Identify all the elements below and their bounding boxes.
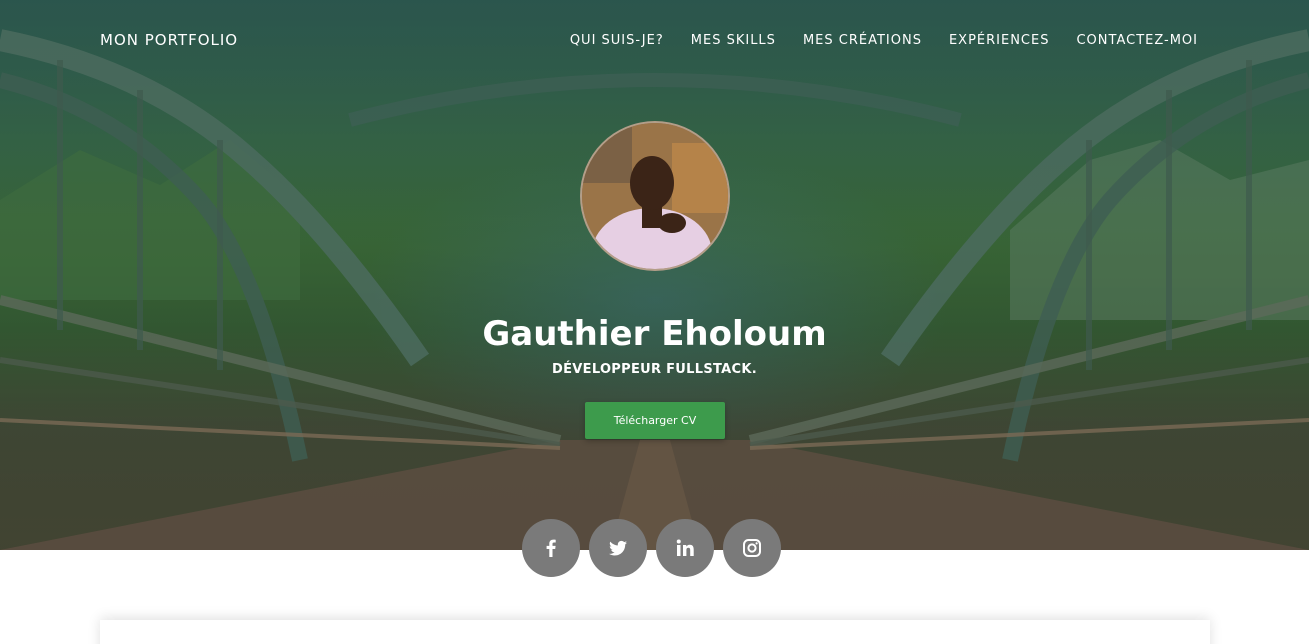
facebook-icon (546, 539, 556, 557)
profile-avatar (580, 121, 730, 271)
instagram-button[interactable] (723, 519, 781, 577)
brand-logo[interactable]: MON PORTFOLIO (100, 31, 238, 49)
bridge-background-image (0, 29, 1309, 550)
linkedin-button[interactable] (656, 519, 714, 577)
linkedin-icon (676, 539, 694, 556)
twitter-button[interactable] (589, 519, 647, 577)
download-cv-button[interactable]: Télécharger CV (585, 402, 725, 439)
main-nav: QUI SUIS-JE? MES SKILLS MES CRÉATIONS EX… (570, 33, 1198, 48)
instagram-icon (743, 539, 761, 557)
profile-name: Gauthier Eholoum (482, 314, 827, 354)
nav-item-experiences[interactable]: EXPÉRIENCES (949, 33, 1050, 48)
nav-item-skills[interactable]: MES SKILLS (691, 33, 776, 48)
nav-item-creations[interactable]: MES CRÉATIONS (803, 33, 922, 48)
facebook-button[interactable] (522, 519, 580, 577)
nav-item-contact[interactable]: CONTACTEZ-MOI (1076, 33, 1198, 48)
twitter-icon (609, 540, 627, 556)
social-links (522, 519, 781, 577)
hero-section: MON PORTFOLIO QUI SUIS-JE? MES SKILLS ME… (0, 0, 1309, 550)
content-card (100, 620, 1210, 644)
profile-role: DÉVELOPPEUR FULLSTACK. (552, 362, 757, 377)
nav-item-about[interactable]: QUI SUIS-JE? (570, 33, 664, 48)
